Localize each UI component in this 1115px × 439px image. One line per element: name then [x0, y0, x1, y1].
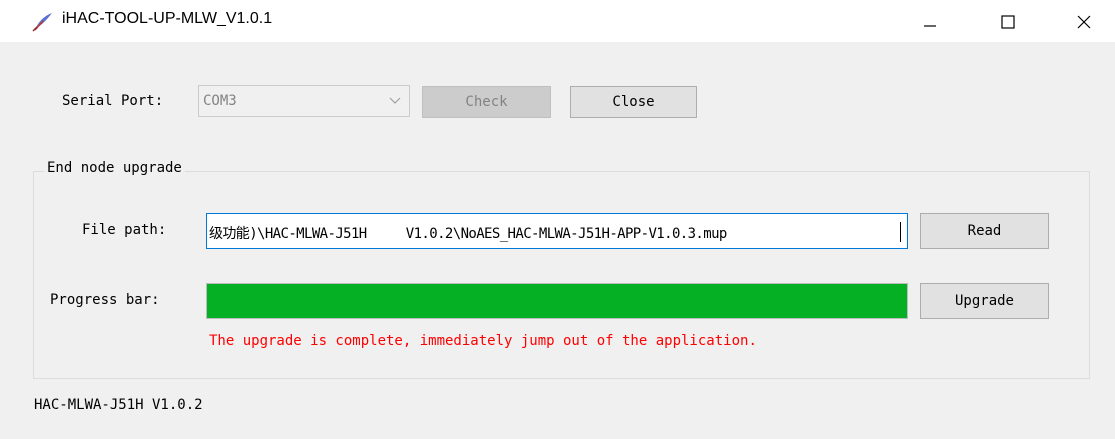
- file-path-input[interactable]: 级功能)\HAC-MLWA-J51H V1.0.2\NoAES_HAC-MLWA…: [206, 213, 908, 249]
- progress-bar-label: Progress bar:: [50, 292, 160, 308]
- file-path-value: 级功能)\HAC-MLWA-J51H V1.0.2\NoAES_HAC-MLWA…: [209, 226, 727, 242]
- check-button[interactable]: Check: [422, 86, 551, 118]
- feather-pen-icon: [32, 13, 52, 32]
- text-caret: [900, 222, 901, 242]
- group-title: End node upgrade: [44, 160, 185, 176]
- app-window: iHAC-TOOL-UP-MLW_V1.0.1 Serial Port: COM…: [0, 0, 1115, 439]
- device-version-label: HAC-MLWA-J51H V1.0.2: [34, 397, 203, 413]
- progress-bar: [206, 283, 908, 319]
- read-button[interactable]: Read: [920, 213, 1049, 249]
- serial-port-value: COM3: [203, 93, 237, 109]
- minimize-icon: [924, 25, 936, 27]
- file-path-label: File path:: [82, 222, 167, 238]
- window-title: iHAC-TOOL-UP-MLW_V1.0.1: [62, 10, 273, 27]
- progress-bar-fill: [207, 284, 907, 318]
- close-port-button[interactable]: Close: [570, 86, 697, 118]
- close-icon: [1077, 15, 1091, 29]
- minimize-button[interactable]: [906, 0, 952, 42]
- maximize-icon: [1001, 15, 1015, 29]
- status-message: The upgrade is complete, immediately jum…: [209, 333, 757, 349]
- title-bar[interactable]: iHAC-TOOL-UP-MLW_V1.0.1: [0, 0, 1115, 42]
- maximize-button[interactable]: [984, 0, 1030, 42]
- serial-port-select[interactable]: COM3: [198, 85, 410, 117]
- chevron-down-icon: [389, 97, 401, 104]
- close-window-button[interactable]: [1060, 0, 1106, 42]
- upgrade-button[interactable]: Upgrade: [920, 283, 1049, 319]
- serial-port-label: Serial Port:: [62, 93, 164, 109]
